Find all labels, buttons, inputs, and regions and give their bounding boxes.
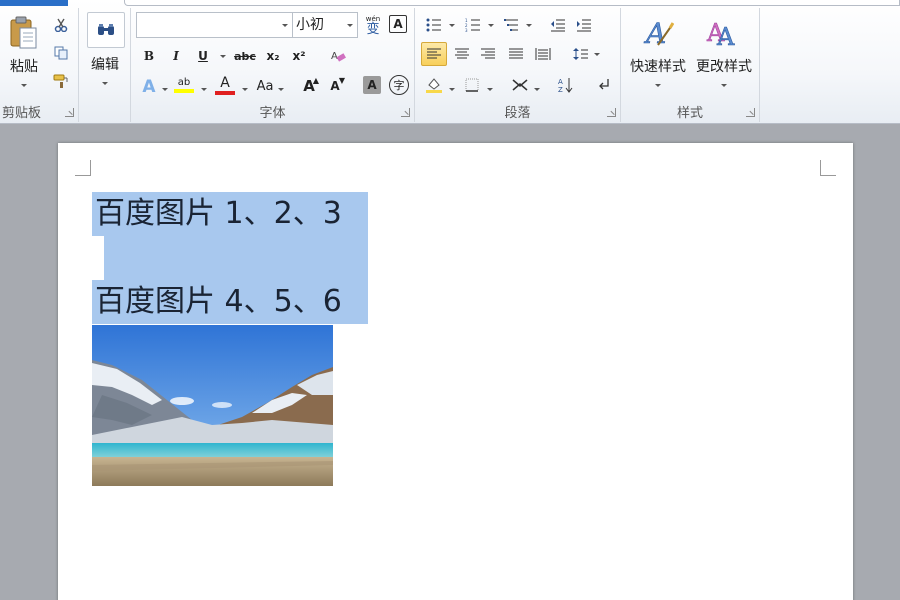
paste-dropdown-caret[interactable] xyxy=(21,84,27,87)
highlight-button[interactable]: ab xyxy=(173,74,195,96)
borders-icon[interactable] xyxy=(461,75,483,95)
sort-icon[interactable]: AZ xyxy=(555,75,577,95)
line-spacing-icon[interactable] xyxy=(570,44,592,64)
font-group: 小初 wén 变 A B I U abc x₂ x² A A ab A Aa A… xyxy=(131,8,415,122)
phonetic-guide-icon[interactable]: wén 变 xyxy=(362,14,384,36)
copy-icon[interactable] xyxy=(52,44,70,62)
shading-dropdown-caret[interactable] xyxy=(449,88,455,91)
multilevel-dropdown-caret[interactable] xyxy=(526,24,532,27)
svg-text:A: A xyxy=(716,23,735,49)
font-name-dropdown[interactable] xyxy=(278,13,292,37)
selected-text-line-2[interactable]: 百度图片 4、5、6 xyxy=(92,280,368,324)
change-case-dropdown-caret[interactable] xyxy=(278,88,284,91)
char-border-icon[interactable]: A xyxy=(389,15,407,33)
format-painter-icon[interactable] xyxy=(52,72,70,90)
superscript-button[interactable]: x² xyxy=(289,46,309,66)
margin-corner-top-left xyxy=(75,160,91,176)
shrink-font-button[interactable]: A ▼ xyxy=(325,76,345,96)
show-marks-icon[interactable] xyxy=(593,75,615,95)
align-left-button[interactable] xyxy=(421,42,447,66)
numbering-dropdown-caret[interactable] xyxy=(488,24,494,27)
chinese-layout-icon[interactable] xyxy=(509,75,531,95)
ribbon: 粘贴 剪贴板 编辑 小初 wén 变 A B I U abc x₂ x² A A… xyxy=(0,0,900,124)
change-styles-label[interactable]: 更改样式 xyxy=(691,56,757,76)
font-size-value: 小初 xyxy=(296,17,324,33)
italic-button[interactable]: I xyxy=(166,46,186,66)
increase-indent-icon[interactable] xyxy=(573,15,595,35)
font-color-bar xyxy=(215,91,235,95)
align-right-button[interactable] xyxy=(477,44,499,64)
quick-styles-dropdown-caret[interactable] xyxy=(655,84,661,87)
edit-button-label[interactable]: 编辑 xyxy=(85,54,125,74)
strikethrough-button[interactable]: abc xyxy=(231,46,259,66)
svg-text:A: A xyxy=(558,78,563,86)
distributed-button[interactable] xyxy=(532,44,554,64)
paragraph-launcher-icon[interactable] xyxy=(607,108,616,117)
styles-launcher-icon[interactable] xyxy=(746,108,755,117)
font-group-label: 字体 xyxy=(259,106,286,121)
font-size-dropdown[interactable] xyxy=(343,13,357,37)
grow-font-button[interactable]: A ▲ xyxy=(299,76,319,96)
tab-frame xyxy=(124,0,900,6)
font-name-combo[interactable] xyxy=(136,12,293,38)
edit-dropdown-caret[interactable] xyxy=(102,82,108,85)
svg-text:A: A xyxy=(643,17,666,49)
clipboard-group: 粘贴 剪贴板 xyxy=(0,8,79,122)
bullets-dropdown-caret[interactable] xyxy=(449,24,455,27)
find-binoculars-icon[interactable] xyxy=(87,12,125,48)
svg-text:3: 3 xyxy=(465,28,468,32)
justify-button[interactable] xyxy=(505,44,527,64)
multilevel-list-icon[interactable] xyxy=(501,15,523,35)
chinese-layout-dropdown-caret[interactable] xyxy=(534,88,540,91)
highlight-label: ab xyxy=(177,77,191,88)
file-tab[interactable] xyxy=(0,0,68,6)
editing-group: 编辑 xyxy=(79,8,131,122)
char-shading-button[interactable]: A xyxy=(363,76,381,94)
cut-icon[interactable] xyxy=(52,16,70,34)
font-size-combo[interactable]: 小初 xyxy=(292,12,358,38)
quick-styles-label[interactable]: 快速样式 xyxy=(625,56,691,76)
paragraph-group-label: 段落 xyxy=(504,106,531,121)
paste-button-label[interactable]: 粘贴 xyxy=(4,56,44,76)
font-color-dropdown-caret[interactable] xyxy=(242,88,248,91)
shading-icon[interactable] xyxy=(423,74,445,96)
decrease-indent-icon[interactable] xyxy=(547,15,569,35)
styles-group: A 快速样式 AA 更改样式 样式 xyxy=(621,8,760,122)
ribbon-top-strip xyxy=(0,0,900,8)
quick-styles-icon[interactable]: A xyxy=(641,14,675,50)
highlight-color-bar xyxy=(174,89,194,93)
borders-dropdown-caret[interactable] xyxy=(487,88,493,91)
paste-icon[interactable] xyxy=(6,14,42,52)
margin-corner-top-right xyxy=(820,160,836,176)
text-effect-dropdown-caret[interactable] xyxy=(162,88,168,91)
change-case-button[interactable]: Aa xyxy=(254,76,276,96)
svg-text:A: A xyxy=(331,51,338,62)
bullets-icon[interactable] xyxy=(423,15,445,35)
change-styles-dropdown-caret[interactable] xyxy=(721,84,727,87)
highlight-dropdown-caret[interactable] xyxy=(201,88,207,91)
underline-dropdown-caret[interactable] xyxy=(220,55,226,58)
font-launcher-icon[interactable] xyxy=(401,108,410,117)
document-page[interactable]: 百度图片 1、2、3 百度图片 4、5、6 xyxy=(58,143,853,600)
change-styles-icon[interactable]: AA xyxy=(705,14,739,50)
svg-text:Z: Z xyxy=(558,86,563,93)
text-effect-button[interactable]: A xyxy=(139,76,159,98)
bold-button[interactable]: B xyxy=(139,46,159,66)
styles-group-label: 样式 xyxy=(676,106,703,121)
line-spacing-dropdown-caret[interactable] xyxy=(594,53,600,56)
selected-empty-line[interactable] xyxy=(104,236,368,280)
font-color-button[interactable]: A xyxy=(214,74,236,96)
clipboard-launcher-icon[interactable] xyxy=(65,108,74,117)
mountain-lake-photo[interactable] xyxy=(92,325,333,486)
numbering-icon[interactable]: 123 xyxy=(462,15,484,35)
paragraph-group: 123 A Z 段落 xyxy=(415,8,621,122)
selected-text-line-1[interactable]: 百度图片 1、2、3 xyxy=(92,192,368,236)
align-center-button[interactable] xyxy=(451,44,473,64)
subscript-button[interactable]: x₂ xyxy=(263,46,283,66)
enclose-char-button[interactable]: 字 xyxy=(389,75,409,95)
font-color-label: A xyxy=(220,75,230,91)
underline-button[interactable]: U xyxy=(193,46,213,66)
clear-formatting-icon[interactable]: A xyxy=(327,45,349,67)
